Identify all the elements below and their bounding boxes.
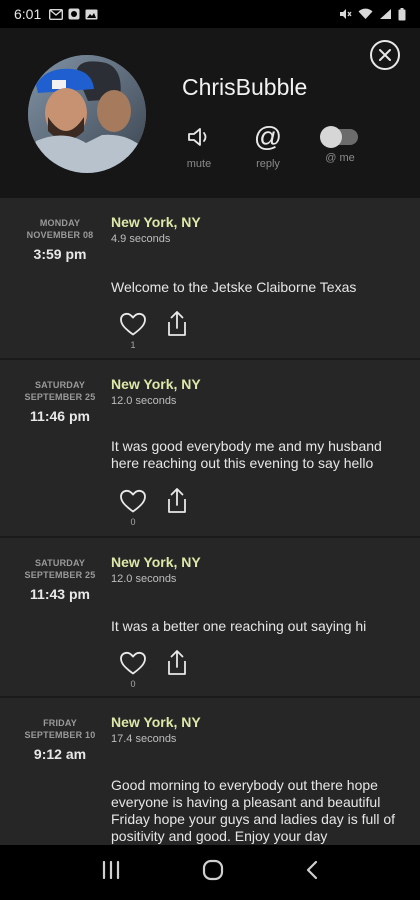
post-duration: 17.4 seconds xyxy=(111,733,177,745)
post-month-date: SEPTEMBER 25 xyxy=(24,392,96,402)
recent-apps-button[interactable] xyxy=(101,860,121,884)
feed-item[interactable]: FRIDAY SEPTEMBER 10 9:12 am New York, NY… xyxy=(0,698,420,845)
mute-button[interactable]: mute xyxy=(173,120,225,170)
post-day: SATURDAY xyxy=(34,380,86,390)
at-me-toggle[interactable]: @ me xyxy=(314,120,366,164)
feed-item[interactable]: SATURDAY SEPTEMBER 25 11:43 pm New York,… xyxy=(0,538,420,698)
home-icon xyxy=(202,859,224,881)
mute-label: mute xyxy=(186,158,212,170)
at-icon: @ xyxy=(253,121,283,152)
wifi-icon xyxy=(358,8,373,19)
feed-item[interactable]: MONDAY NOVEMBER 08 3:59 pm New York, NY … xyxy=(0,198,420,360)
battery-icon xyxy=(398,7,406,20)
back-button[interactable] xyxy=(305,860,319,885)
post-duration: 12.0 seconds xyxy=(111,573,177,585)
reply-button[interactable]: @ reply xyxy=(242,120,294,171)
like-button[interactable]: 1 xyxy=(119,312,147,350)
post-day: SATURDAY xyxy=(34,558,86,568)
profile-header: ChrisBubble mute @ reply @ me xyxy=(0,28,420,198)
heart-icon xyxy=(120,489,146,513)
back-icon xyxy=(307,860,318,880)
share-button[interactable] xyxy=(165,649,189,677)
post-location[interactable]: New York, NY xyxy=(111,714,201,730)
system-icons xyxy=(339,7,406,21)
toggle-knob xyxy=(320,126,342,148)
status-time: 6:01 xyxy=(14,6,42,22)
signal-icon xyxy=(380,9,391,19)
speaker-icon xyxy=(188,128,207,146)
post-month-date: SEPTEMBER 10 xyxy=(24,730,96,740)
avatar[interactable] xyxy=(28,55,146,173)
post-location[interactable]: New York, NY xyxy=(111,376,201,392)
post-date: FRIDAY SEPTEMBER 10 9:12 am xyxy=(14,718,106,762)
post-day: MONDAY xyxy=(39,218,81,228)
recent-apps-icon xyxy=(102,860,119,880)
post-month-date: SEPTEMBER 25 xyxy=(24,570,96,580)
like-count: 0 xyxy=(130,679,136,689)
like-button[interactable]: 0 xyxy=(119,489,147,527)
at-me-label: @ me xyxy=(325,152,355,164)
status-bar: 6:01 xyxy=(0,0,420,28)
post-date: SATURDAY SEPTEMBER 25 11:43 pm xyxy=(14,558,106,602)
post-duration: 12.0 seconds xyxy=(111,395,177,407)
close-icon xyxy=(379,49,391,61)
post-location[interactable]: New York, NY xyxy=(111,554,201,570)
post-time: 11:43 pm xyxy=(30,586,90,602)
post-time: 3:59 pm xyxy=(33,246,87,262)
share-button[interactable] xyxy=(165,310,189,338)
post-month-date: NOVEMBER 08 xyxy=(26,230,94,240)
reply-label: reply xyxy=(256,158,280,170)
post-date: MONDAY NOVEMBER 08 3:59 pm xyxy=(14,218,106,262)
notification-icons xyxy=(49,8,98,20)
share-icon xyxy=(168,650,186,675)
post-text: Good morning to everybody out there hope… xyxy=(111,777,396,844)
gmail-icon xyxy=(49,8,64,20)
home-button[interactable] xyxy=(202,859,224,886)
post-day: FRIDAY xyxy=(43,718,77,728)
image-icon xyxy=(85,9,98,19)
message-feed[interactable]: MONDAY NOVEMBER 08 3:59 pm New York, NY … xyxy=(0,198,420,845)
post-time: 11:46 pm xyxy=(30,408,90,424)
toggle-switch[interactable] xyxy=(320,126,358,148)
post-text: It was good everybody me and my husband … xyxy=(111,438,382,471)
post-duration: 4.9 seconds xyxy=(111,233,171,245)
system-nav-bar xyxy=(0,845,420,900)
post-location[interactable]: New York, NY xyxy=(111,214,201,230)
feed-item[interactable]: SATURDAY SEPTEMBER 25 11:46 pm New York,… xyxy=(0,360,420,538)
share-icon xyxy=(168,311,186,336)
username: ChrisBubble xyxy=(182,74,308,100)
close-button[interactable] xyxy=(370,40,400,70)
like-count: 1 xyxy=(130,340,136,350)
share-button[interactable] xyxy=(165,487,189,515)
like-button[interactable]: 0 xyxy=(119,651,147,689)
mute-status-icon xyxy=(340,9,352,19)
post-text: It was a better one reaching out saying … xyxy=(111,618,367,634)
post-time: 9:12 am xyxy=(33,746,87,762)
app-notification-icon xyxy=(68,8,80,20)
share-icon xyxy=(168,488,186,513)
avatar-image xyxy=(28,55,146,173)
heart-icon xyxy=(120,651,146,675)
like-count: 0 xyxy=(130,517,136,527)
post-date: SATURDAY SEPTEMBER 25 11:46 pm xyxy=(14,380,106,424)
heart-icon xyxy=(120,312,146,336)
post-text: Welcome to the Jetske Claiborne Texas xyxy=(111,279,357,295)
